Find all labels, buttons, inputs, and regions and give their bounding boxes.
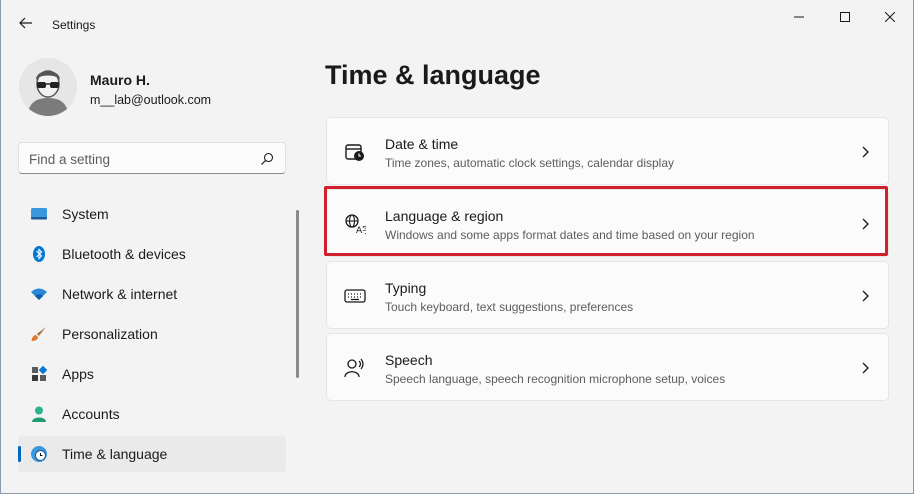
- avatar[interactable]: [19, 58, 77, 116]
- sidebar-item-personalization[interactable]: Personalization: [18, 316, 286, 352]
- card-speech[interactable]: Speech Speech language, speech recogniti…: [326, 333, 889, 401]
- sidebar-item-accounts[interactable]: Accounts: [18, 396, 286, 432]
- sidebar-item-system[interactable]: System: [18, 196, 286, 232]
- chevron-right-icon: [862, 146, 869, 158]
- title-bar: Settings: [1, 0, 913, 40]
- maximize-icon: [840, 12, 850, 22]
- card-title: Date & time: [385, 136, 459, 152]
- card-title: Speech: [385, 352, 433, 368]
- settings-window: Settings Mauro H. m__lab@outlook.com Fin…: [0, 0, 914, 494]
- search-icon[interactable]: [259, 151, 275, 167]
- sidebar-item-label: Personalization: [62, 326, 158, 342]
- card-description: Touch keyboard, text suggestions, prefer…: [385, 300, 634, 314]
- sidebar-item-label: System: [62, 206, 109, 222]
- minimize-icon: [794, 16, 804, 18]
- sidebar-item-label: Bluetooth & devices: [62, 246, 186, 262]
- profile-name: Mauro H.: [90, 72, 150, 88]
- card-title: Typing: [385, 280, 427, 296]
- card-description: Time zones, automatic clock settings, ca…: [385, 156, 675, 170]
- highlight-box: [324, 186, 888, 256]
- user-avatar-icon: [19, 58, 77, 116]
- keyboard-icon: [344, 289, 366, 303]
- sidebar-item-network[interactable]: Network & internet: [18, 276, 286, 312]
- search-box[interactable]: [18, 142, 286, 174]
- brush-icon: [31, 327, 46, 341]
- profile-email: m__lab@outlook.com: [90, 93, 212, 107]
- chevron-right-icon: [862, 362, 869, 374]
- active-indicator: [18, 446, 21, 462]
- sidebar-item-apps[interactable]: Apps: [18, 356, 286, 392]
- wifi-icon: [31, 288, 47, 300]
- monitor-icon: [31, 208, 47, 220]
- account-icon: [32, 406, 46, 422]
- sidebar-item-time-language[interactable]: Time & language: [18, 436, 286, 472]
- app-title: Settings: [52, 18, 96, 32]
- back-button[interactable]: [13, 10, 39, 36]
- close-icon: [885, 12, 895, 22]
- minimize-button[interactable]: [777, 4, 821, 30]
- sidebar-nav: System Bluetooth & devices Network & int…: [18, 196, 286, 476]
- chevron-right-icon: [862, 290, 869, 302]
- page-title: Time & language: [325, 60, 541, 90]
- search-input[interactable]: [29, 149, 249, 169]
- card-typing[interactable]: Typing Touch keyboard, text suggestions,…: [326, 261, 889, 329]
- globe-clock-icon: [31, 446, 47, 462]
- speech-icon: [344, 358, 364, 378]
- close-button[interactable]: [868, 4, 912, 30]
- calendar-clock-icon: [345, 144, 364, 161]
- sidebar-scrollbar[interactable]: [296, 210, 299, 378]
- card-description: Speech language, speech recognition micr…: [385, 372, 726, 386]
- sidebar-item-label: Network & internet: [62, 286, 178, 302]
- back-arrow-icon: [19, 17, 32, 29]
- apps-icon: [32, 365, 48, 381]
- sidebar-item-label: Apps: [62, 366, 94, 382]
- sidebar-item-label: Accounts: [62, 406, 120, 422]
- card-date-time[interactable]: Date & time Time zones, automatic clock …: [326, 117, 889, 185]
- bluetooth-icon: [33, 246, 45, 262]
- sidebar-item-bluetooth[interactable]: Bluetooth & devices: [18, 236, 286, 272]
- maximize-button[interactable]: [823, 4, 867, 30]
- sidebar-item-label: Time & language: [62, 446, 168, 462]
